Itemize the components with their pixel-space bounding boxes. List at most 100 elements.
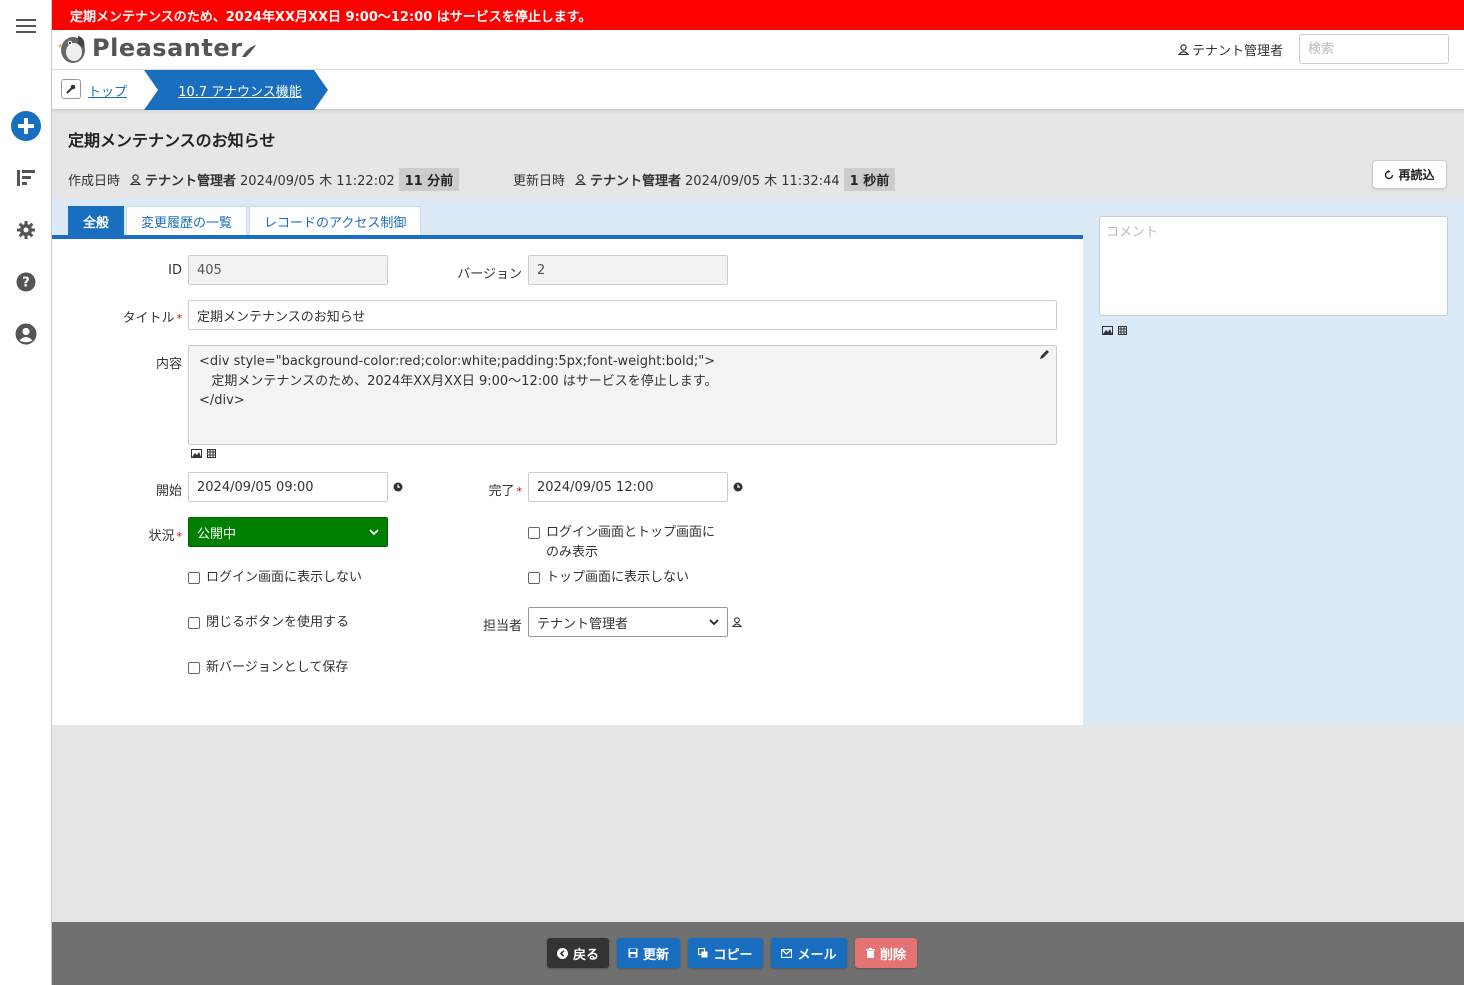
update-button[interactable]: 更新 [617,938,680,968]
table-icon[interactable] [1118,326,1127,335]
breadcrumb-top-link[interactable]: トップ [88,81,127,100]
created-ago-badge: 11 分前 [398,168,460,191]
pencil-icon[interactable] [1039,349,1050,360]
login-top-only-checkbox-row[interactable]: ログイン画面とトップ画面に のみ表示 [528,523,715,563]
status-select[interactable]: 公開中 [188,517,388,547]
version-label: バージョン [457,267,522,282]
header: Pleasanter テナント管理者 [52,30,1464,70]
new-version-checkbox[interactable] [188,662,200,674]
refresh-icon [1385,169,1394,179]
owner-select[interactable]: テナント管理者 [528,607,728,637]
title-input[interactable]: 定期メンテナンスのお知らせ [188,300,1057,330]
comment-attachments [1102,326,1127,335]
hide-login-label: ログイン画面に表示しない [206,570,363,585]
hamburger-menu-icon[interactable] [0,16,52,36]
breadcrumb-edit-button[interactable] [61,79,81,99]
id-label: ID [168,263,182,278]
owner-label: 担当者 [482,619,522,634]
user-icon [575,174,587,185]
reload-button[interactable]: 再読込 [1372,160,1447,189]
back-button[interactable]: 戻る [547,938,609,968]
updated-ago-badge: 1 秒前 [843,168,896,191]
mail-button[interactable]: メール [771,938,847,968]
tab-bar: 全般 変更履歴の一覧 レコードのアクセス制御 [68,206,422,235]
logo-tail-icon [242,45,257,57]
clock-icon[interactable] [733,482,743,492]
created-at: 2024/09/05 木 11:22:02 [240,174,395,189]
trash-icon [865,948,875,958]
hide-top-checkbox-row[interactable]: トップ画面に表示しない [528,568,689,588]
svg-text:?: ? [22,276,30,291]
delete-label: 削除 [879,947,906,963]
end-date-input[interactable]: 2024/09/05 12:00 [528,472,728,502]
clock-icon[interactable] [393,482,403,492]
updated-label: 更新日時 [513,174,566,189]
footer-toolbar: 戻る 更新 コピー メール 削除 [52,922,1464,985]
logo[interactable]: Pleasanter [58,32,257,64]
tab-underline [52,235,1083,239]
updated-info: 更新日時 テナント管理者 2024/09/05 木 11:32:44 1 秒前 [513,168,896,191]
gear-icon[interactable] [0,220,52,240]
updated-at: 2024/09/05 木 11:32:44 [685,174,840,189]
copy-icon [698,948,708,958]
content-attachments [191,449,216,458]
tab-general[interactable]: 全般 [68,206,125,235]
mail-label: メール [797,947,837,963]
start-date-input[interactable]: 2024/09/05 09:00 [188,472,388,502]
page-title: 定期メンテナンスのお知らせ [68,131,276,150]
search-input[interactable] [1299,34,1449,64]
back-arrow-icon [556,947,568,959]
table-icon[interactable] [207,449,216,458]
content-textarea[interactable]: <div style="background-color:red;color:w… [188,345,1057,445]
login-top-only-label-2: のみ表示 [546,545,599,560]
hide-login-checkbox[interactable] [188,572,200,584]
logo-text: Pleasanter [92,34,243,62]
delete-button[interactable]: 削除 [855,938,917,968]
hide-login-checkbox-row[interactable]: ログイン画面に表示しない [188,568,362,588]
content-label: 内容 [155,357,182,372]
user-account-icon[interactable] [0,323,52,345]
breadcrumb: トップ 10.7 アナウンス機能 [52,70,1464,110]
created-label: 作成日時 [68,174,121,189]
id-field: 405 [188,255,388,285]
created-info: 作成日時 テナント管理者 2024/09/05 木 11:22:02 11 分前 [68,168,460,191]
owner-value: テナント管理者 [537,616,629,632]
new-version-label: 新バージョンとして保存 [206,660,349,675]
status-value: 公開中 [197,526,237,542]
new-version-checkbox-row[interactable]: 新バージョンとして保存 [188,658,348,678]
user-icon[interactable] [732,617,742,627]
copy-button[interactable]: コピー [688,938,763,968]
copy-label: コピー [713,947,753,963]
close-button-label: 閉じるボタンを使用する [206,615,350,630]
tab-access-control[interactable]: レコードのアクセス制御 [249,206,422,235]
breadcrumb-current[interactable]: 10.7 アナウンス機能 [144,70,328,110]
user-name: テナント管理者 [1192,44,1284,59]
login-top-only-checkbox[interactable] [528,527,540,539]
announcement-banner: 定期メンテナンスのため、2024年XX月XX日 9:00～12:00 はサービス… [52,0,1464,30]
close-button-checkbox-row[interactable]: 閉じるボタンを使用する [188,613,349,633]
help-icon[interactable]: ? [0,272,52,292]
created-by[interactable]: テナント管理者 [145,170,236,189]
reload-label: 再読込 [1398,168,1435,182]
sidebar: ? [0,0,52,985]
chevron-down-icon [709,618,719,625]
start-label: 開始 [155,484,182,499]
end-label: 完了 * [488,484,522,499]
add-icon[interactable] [0,110,52,142]
breadcrumb-current-label: 10.7 アナウンス機能 [178,84,302,100]
tab-history[interactable]: 変更履歴の一覧 [126,206,248,235]
image-icon[interactable] [191,449,202,458]
save-icon [628,948,638,958]
chevron-down-icon [369,528,379,535]
title-label: タイトル * [122,311,182,326]
user-menu[interactable]: テナント管理者 [1178,40,1283,59]
user-icon [1178,44,1189,55]
close-button-checkbox[interactable] [188,617,200,629]
update-label: 更新 [642,947,669,963]
image-icon[interactable] [1102,326,1113,335]
hide-top-checkbox[interactable] [528,572,540,584]
updated-by[interactable]: テナント管理者 [590,170,681,189]
back-label: 戻る [572,947,599,963]
list-icon[interactable] [0,168,52,188]
comment-textarea[interactable]: コメント [1099,216,1448,316]
